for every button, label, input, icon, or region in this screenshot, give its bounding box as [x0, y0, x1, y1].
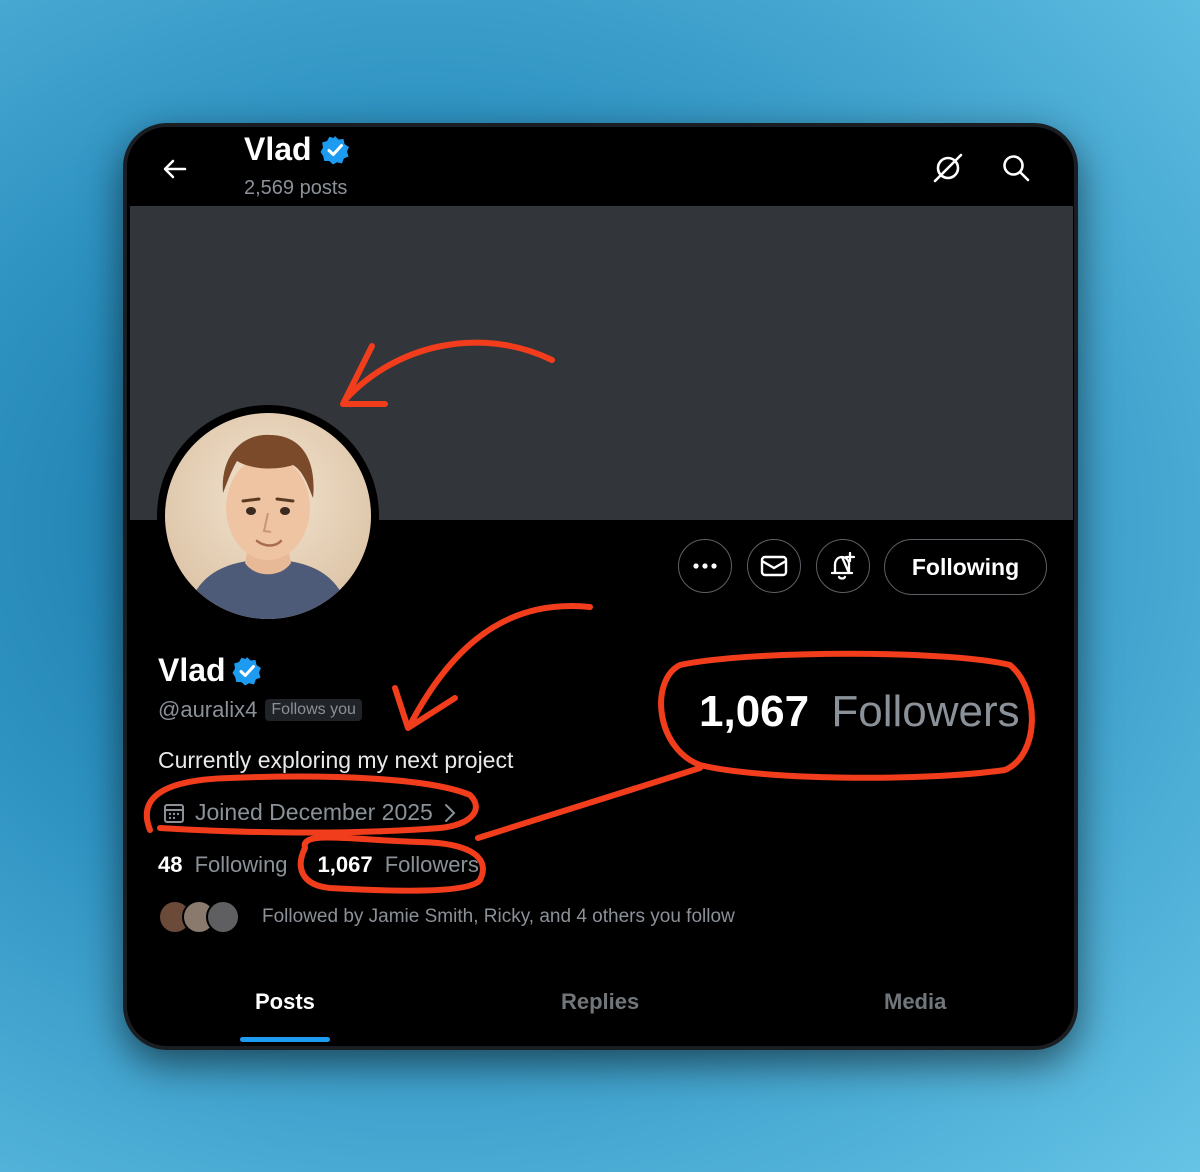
verified-badge-icon [232, 656, 261, 685]
search-button[interactable] [995, 147, 1037, 189]
avatar[interactable] [157, 405, 379, 627]
envelope-icon [760, 555, 788, 577]
profile-window: Vlad 2,569 posts Following Vlad @auralix… [123, 123, 1078, 1050]
top-bar: Vlad 2,569 posts [127, 127, 1074, 205]
chevron-right-icon [444, 803, 456, 822]
followers-count: 1,067 [317, 852, 373, 877]
message-button[interactable] [747, 539, 801, 593]
callout-followers-label: Followers [831, 687, 1020, 736]
callout-followers-count: 1,067 [699, 687, 810, 736]
more-icon [693, 563, 717, 569]
calendar-icon [164, 803, 184, 823]
avatar-image [165, 413, 371, 619]
follower-avatar [206, 900, 240, 934]
following-button[interactable]: Following [884, 539, 1047, 595]
joined-date[interactable]: Joined December 2025 [163, 799, 457, 826]
followers-callout: 1,067 Followers [699, 687, 1020, 737]
active-tab-indicator [240, 1037, 330, 1042]
profile-handle-row: @auralix4 Follows you [158, 697, 362, 723]
followed-by-row[interactable]: Followed by Jamie Smith, Ricky, and 4 ot… [158, 900, 735, 934]
profile-handle: @auralix4 [158, 697, 258, 722]
verified-badge-icon [320, 135, 349, 164]
grok-button[interactable] [927, 147, 969, 189]
followers-label: Followers [384, 852, 479, 877]
notify-button[interactable] [816, 539, 870, 593]
tab-replies[interactable]: Replies [561, 989, 639, 1015]
following-count: 48 [158, 852, 183, 877]
profile-bio: Currently exploring my next project [158, 747, 514, 773]
profile-tabs: Posts Replies Media [127, 967, 1074, 1046]
follow-counts: 48 Following 1,067 Followers [158, 852, 479, 878]
header-name: Vlad [244, 131, 312, 167]
back-arrow-icon [163, 159, 187, 179]
search-icon [1003, 155, 1030, 182]
header-title: Vlad [244, 131, 350, 168]
grok-icon [933, 153, 963, 183]
following-label: Following [194, 852, 288, 877]
following-link[interactable]: 48 Following [158, 852, 288, 878]
tab-posts[interactable]: Posts [255, 989, 315, 1015]
tab-media[interactable]: Media [884, 989, 946, 1015]
followed-by-text: Followed by Jamie Smith, Ricky, and 4 ot… [262, 906, 735, 927]
followers-link[interactable]: 1,067 Followers [318, 852, 479, 878]
follows-you-badge: Follows you [265, 699, 362, 721]
profile-name-row: Vlad [158, 652, 262, 689]
more-button[interactable] [678, 539, 732, 593]
joined-text: Joined December 2025 [195, 799, 433, 825]
back-button[interactable] [155, 149, 195, 189]
post-count: 2,569 posts [244, 177, 348, 199]
profile-name: Vlad [158, 652, 226, 688]
bell-plus-icon [830, 551, 856, 580]
